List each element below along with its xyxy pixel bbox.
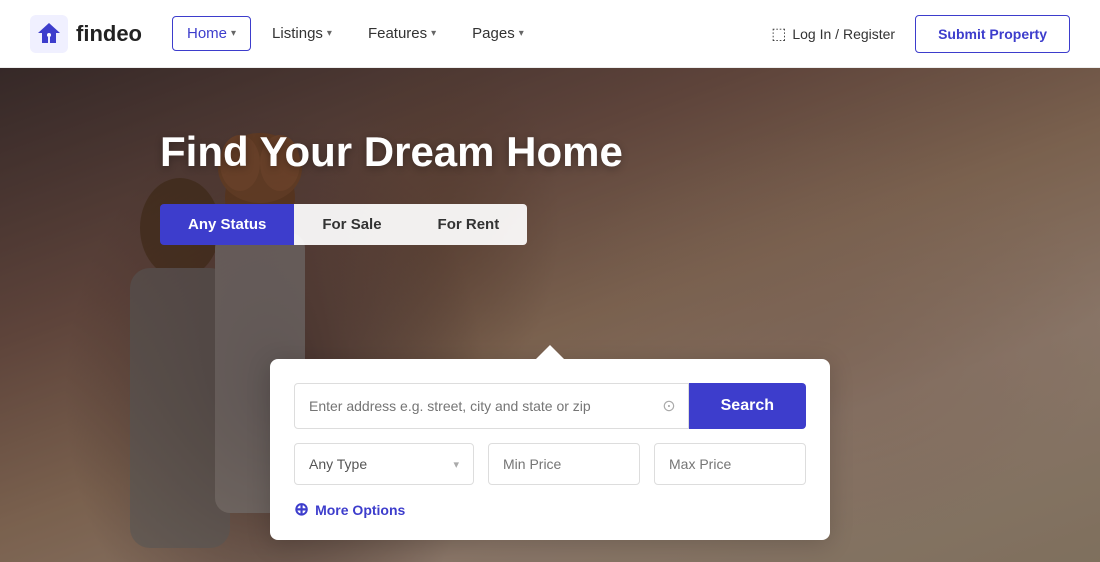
search-input-wrap: ⊙: [294, 383, 689, 429]
logo-icon: [30, 15, 68, 53]
hero: Find Your Dream Home Any Status For Sale…: [0, 0, 1100, 562]
max-price-input-wrap: USD: [654, 443, 806, 485]
min-price-input-wrap: USD: [488, 443, 640, 485]
home-chevron-icon: ▾: [231, 28, 236, 39]
listings-chevron-icon: ▾: [327, 28, 332, 39]
search-box: ⊙ Search Any Type ▾ USD USD ⊕ More Optio…: [270, 359, 830, 540]
plus-icon: ⊕: [294, 499, 309, 520]
submit-property-button[interactable]: Submit Property: [915, 15, 1070, 53]
search-input[interactable]: [295, 384, 688, 428]
status-tabs: Any Status For Sale For Rent: [160, 204, 1100, 245]
min-price-input[interactable]: [489, 444, 640, 484]
nav-item-features[interactable]: Features ▾: [353, 16, 451, 51]
search-button[interactable]: Search: [689, 383, 806, 429]
more-options-label: More Options: [315, 502, 405, 518]
search-row: ⊙ Search: [294, 383, 806, 429]
nav-item-pages[interactable]: Pages ▾: [457, 16, 539, 51]
nav-home-label: Home: [187, 25, 227, 42]
type-select-label: Any Type: [309, 456, 367, 472]
more-options-button[interactable]: ⊕ More Options: [294, 499, 806, 520]
features-chevron-icon: ▾: [431, 28, 436, 39]
nav-listings-label: Listings: [272, 25, 323, 42]
status-tab-rent[interactable]: For Rent: [410, 204, 528, 245]
nav-pages-label: Pages: [472, 25, 515, 42]
nav-right: ⬚ Log In / Register Submit Property: [771, 15, 1070, 53]
location-icon: ⊙: [662, 396, 675, 416]
hero-title: Find Your Dream Home: [160, 128, 1100, 176]
status-tab-any[interactable]: Any Status: [160, 204, 294, 245]
max-price-input[interactable]: [655, 444, 806, 484]
nav-links: Home ▾ Listings ▾ Features ▾ Pages ▾: [172, 16, 771, 51]
login-button[interactable]: ⬚ Log In / Register: [771, 24, 895, 44]
login-icon: ⬚: [771, 24, 786, 44]
nav-item-listings[interactable]: Listings ▾: [257, 16, 347, 51]
type-chevron-icon: ▾: [453, 458, 459, 471]
filter-row: Any Type ▾ USD USD: [294, 443, 806, 485]
nav-item-home[interactable]: Home ▾: [172, 16, 251, 51]
nav-features-label: Features: [368, 25, 427, 42]
logo-text: findeo: [76, 21, 142, 47]
hero-content: Find Your Dream Home Any Status For Sale…: [0, 68, 1100, 245]
type-select[interactable]: Any Type ▾: [294, 443, 474, 485]
status-tab-sale[interactable]: For Sale: [294, 204, 409, 245]
login-label: Log In / Register: [792, 26, 895, 42]
pages-chevron-icon: ▾: [519, 28, 524, 39]
navbar: findeo Home ▾ Listings ▾ Features ▾ Page…: [0, 0, 1100, 68]
logo[interactable]: findeo: [30, 15, 142, 53]
